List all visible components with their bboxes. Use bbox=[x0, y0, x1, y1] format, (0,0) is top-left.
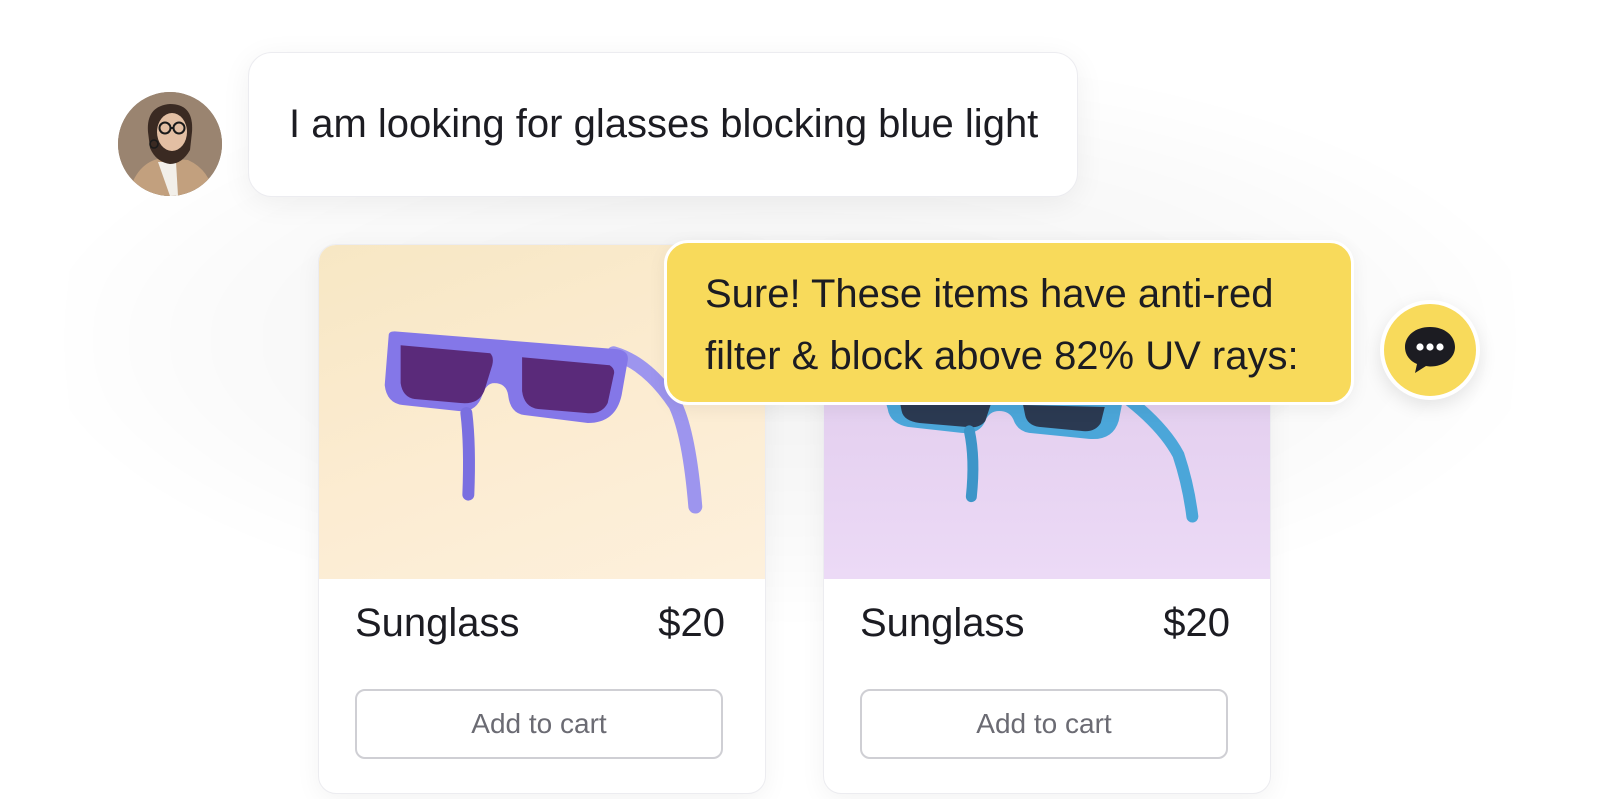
product-name: Sunglass bbox=[355, 601, 520, 645]
user-message-bubble: I am looking for glasses blocking blue l… bbox=[248, 52, 1078, 197]
add-to-cart-button[interactable]: Add to cart bbox=[355, 689, 723, 759]
assistant-message-bubble: Sure! These items have anti-red filter &… bbox=[664, 240, 1354, 405]
user-avatar bbox=[118, 92, 222, 196]
chat-bubble-icon bbox=[1405, 327, 1455, 373]
user-message-text: I am looking for glasses blocking blue l… bbox=[289, 102, 1039, 146]
assistant-message-line: Sure! These items have anti-red bbox=[705, 272, 1274, 316]
product-price: $20 bbox=[1163, 601, 1230, 645]
product-price: $20 bbox=[658, 601, 725, 645]
chat-launcher-button[interactable] bbox=[1380, 300, 1480, 400]
product-name: Sunglass bbox=[860, 601, 1025, 645]
sunglasses-purple bbox=[384, 331, 703, 514]
assistant-message-line: filter & block above 82% UV rays: bbox=[705, 334, 1299, 378]
add-to-cart-button[interactable]: Add to cart bbox=[860, 689, 1228, 759]
sunglasses-blue bbox=[883, 389, 1199, 523]
user-avatar-image bbox=[118, 92, 222, 196]
chat-shopping-stage: I am looking for glasses blocking blue l… bbox=[0, 0, 1600, 799]
